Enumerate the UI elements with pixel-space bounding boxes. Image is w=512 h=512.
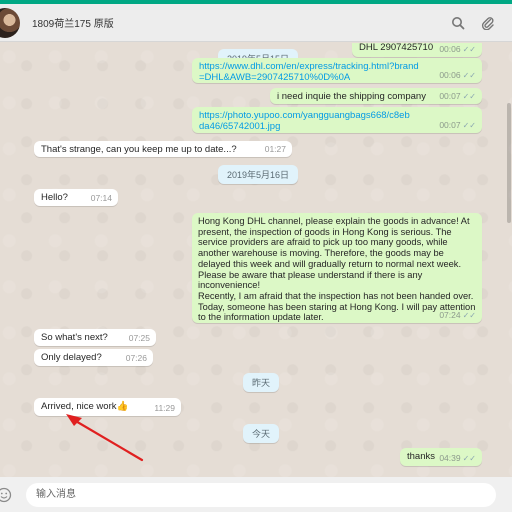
message-text: Hong Kong DHL channel, please explain th… [198, 216, 476, 323]
search-icon[interactable] [450, 15, 466, 31]
scrollbar[interactable] [507, 103, 511, 223]
message-outgoing[interactable]: https://www.dhl.com/en/express/tracking.… [192, 58, 482, 83]
message-time: 11:29 [154, 403, 175, 413]
message-meta: 07:14 [91, 193, 112, 204]
chat-header: 1809荷兰175 原版 [0, 4, 512, 42]
message-time: 01:27 [264, 144, 286, 154]
message-meta: 04:39 ✓✓ [439, 453, 476, 464]
message-outgoing[interactable]: i need inquie the shipping company 00:07… [270, 88, 482, 104]
message-incoming[interactable]: Only delayed? 07:26 [34, 349, 153, 366]
double-check-icon: ✓✓ [462, 311, 476, 320]
message-meta: 01:27 [265, 144, 286, 155]
message-text: That's strange, can you keep me up to da… [41, 144, 237, 155]
message-time: 07:14 [90, 193, 112, 203]
double-check-icon: ✓✓ [462, 454, 476, 463]
message-meta: 00:07 ✓✓ [439, 91, 476, 102]
double-check-icon: ✓✓ [462, 121, 476, 130]
message-meta: 11:29 [154, 403, 175, 414]
message-meta: 07:25 [129, 333, 150, 344]
message-meta: 00:06 ✓✓ [439, 70, 476, 81]
message-time: 07:25 [128, 333, 150, 343]
message-outgoing[interactable]: DHL 2907425710 00:06 ✓✓ [352, 43, 482, 57]
message-meta: 07:26 [126, 353, 147, 364]
composer-bar [0, 477, 512, 512]
message-time: 07:26 [125, 353, 147, 363]
date-divider: 今天 [243, 424, 280, 443]
chat-title[interactable]: 1809荷兰175 原版 [32, 15, 114, 30]
message-time: 04:39 [439, 453, 461, 463]
message-meta: 00:07 ✓✓ [439, 120, 476, 131]
header-actions [450, 15, 496, 31]
date-divider: 昨天 [243, 373, 280, 392]
double-check-icon: ✓✓ [462, 45, 476, 54]
message-time: 00:07 [439, 91, 461, 101]
message-outgoing[interactable]: https://photo.yupoo.com/yangguangbags668… [192, 107, 482, 133]
message-time: 00:07 [439, 120, 461, 130]
message-outgoing[interactable]: Hong Kong DHL channel, please explain th… [192, 213, 482, 323]
message-time: 07:24 [439, 310, 461, 320]
double-check-icon: ✓✓ [462, 92, 476, 101]
message-incoming[interactable]: Hello? 07:14 [34, 189, 118, 206]
avatar[interactable] [0, 7, 20, 38]
message-time: 00:06 [439, 44, 461, 54]
message-link[interactable]: https://www.dhl.com/en/express/tracking.… [199, 61, 419, 83]
message-incoming[interactable]: That's strange, can you keep me up to da… [34, 141, 292, 157]
message-incoming[interactable]: So what's next? 07:25 [34, 329, 156, 346]
emoji-icon[interactable] [0, 487, 12, 503]
message-meta: 00:06 ✓✓ [439, 44, 476, 55]
message-input[interactable] [26, 482, 496, 507]
paperclip-icon[interactable] [480, 15, 496, 31]
message-meta: 07:24 ✓✓ [439, 310, 476, 321]
annotation-arrow [66, 414, 144, 462]
message-link[interactable]: https://photo.yupoo.com/yangguangbags668… [199, 110, 414, 132]
message-outgoing[interactable]: thanks 04:39 ✓✓ [400, 448, 482, 466]
date-divider: 2019年5月16日 [218, 165, 299, 184]
message-time: 00:06 [439, 70, 461, 80]
double-check-icon: ✓✓ [462, 71, 476, 80]
